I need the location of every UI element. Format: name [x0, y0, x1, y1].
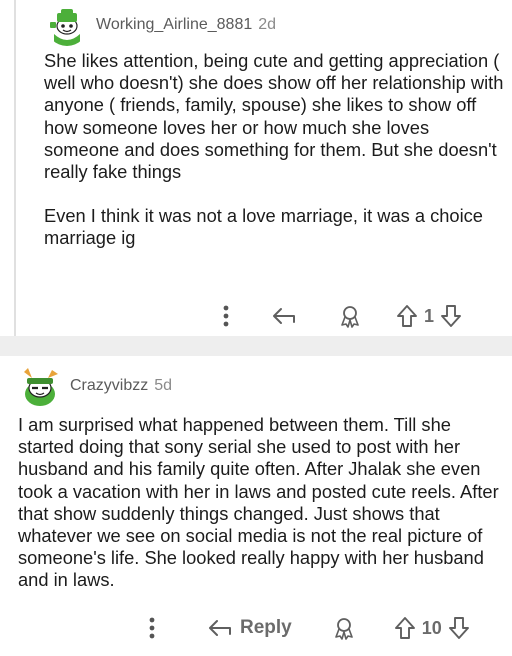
comment-header: Crazyvibzz 5d	[18, 364, 172, 408]
vote-score: 1	[424, 305, 435, 326]
award-button[interactable]	[332, 616, 356, 640]
more-vertical-icon	[149, 617, 155, 639]
avatar[interactable]	[18, 364, 62, 408]
upvote-arrow-icon	[397, 305, 417, 327]
snoo-avatar-icon	[18, 364, 62, 408]
award-icon	[334, 618, 353, 640]
reply-button[interactable]	[272, 306, 304, 326]
comment-paragraph: Even I think it was not a love marriage,…	[44, 205, 483, 249]
avatar[interactable]	[46, 4, 88, 46]
comment-divider	[0, 336, 512, 356]
reply-arrow-icon	[273, 308, 295, 324]
comment-paragraph: I am surprised what happened between the…	[18, 414, 499, 591]
snoo-avatar-icon	[46, 4, 88, 46]
comment-body: She likes attention, being cute and gett…	[44, 50, 504, 250]
more-vertical-icon	[223, 305, 229, 327]
more-options-button[interactable]	[214, 305, 238, 327]
upvote-button[interactable]	[394, 616, 416, 640]
username[interactable]: Working_Airline_8881	[96, 16, 252, 34]
comment-age: 5d	[154, 377, 173, 394]
downvote-arrow-icon	[441, 305, 461, 327]
comment-actions: Reply 10	[140, 610, 470, 646]
reply-arrow-icon	[209, 620, 231, 636]
comment-paragraph: She likes attention, being cute and gett…	[44, 50, 504, 183]
upvote-button[interactable]	[396, 304, 418, 328]
award-icon	[341, 306, 359, 328]
downvote-button[interactable]	[448, 616, 470, 640]
downvote-arrow-icon	[448, 617, 469, 639]
award-button[interactable]	[338, 304, 362, 328]
comment-body: I am surprised what happened between the…	[18, 414, 508, 592]
reply-label: Reply	[240, 617, 292, 638]
more-options-button[interactable]	[140, 617, 164, 639]
upvote-arrow-icon	[394, 617, 415, 639]
comment: Working_Airline_8881 2d She likes attent…	[0, 0, 512, 336]
comment-age: 2d	[258, 16, 277, 33]
vote-score: 10	[421, 617, 442, 638]
downvote-button[interactable]	[440, 304, 462, 328]
username[interactable]: Crazyvibzz	[70, 377, 148, 395]
comment-actions: 1	[214, 300, 462, 332]
reply-button[interactable]: Reply	[208, 617, 292, 639]
comment-header: Working_Airline_8881 2d	[46, 4, 276, 46]
